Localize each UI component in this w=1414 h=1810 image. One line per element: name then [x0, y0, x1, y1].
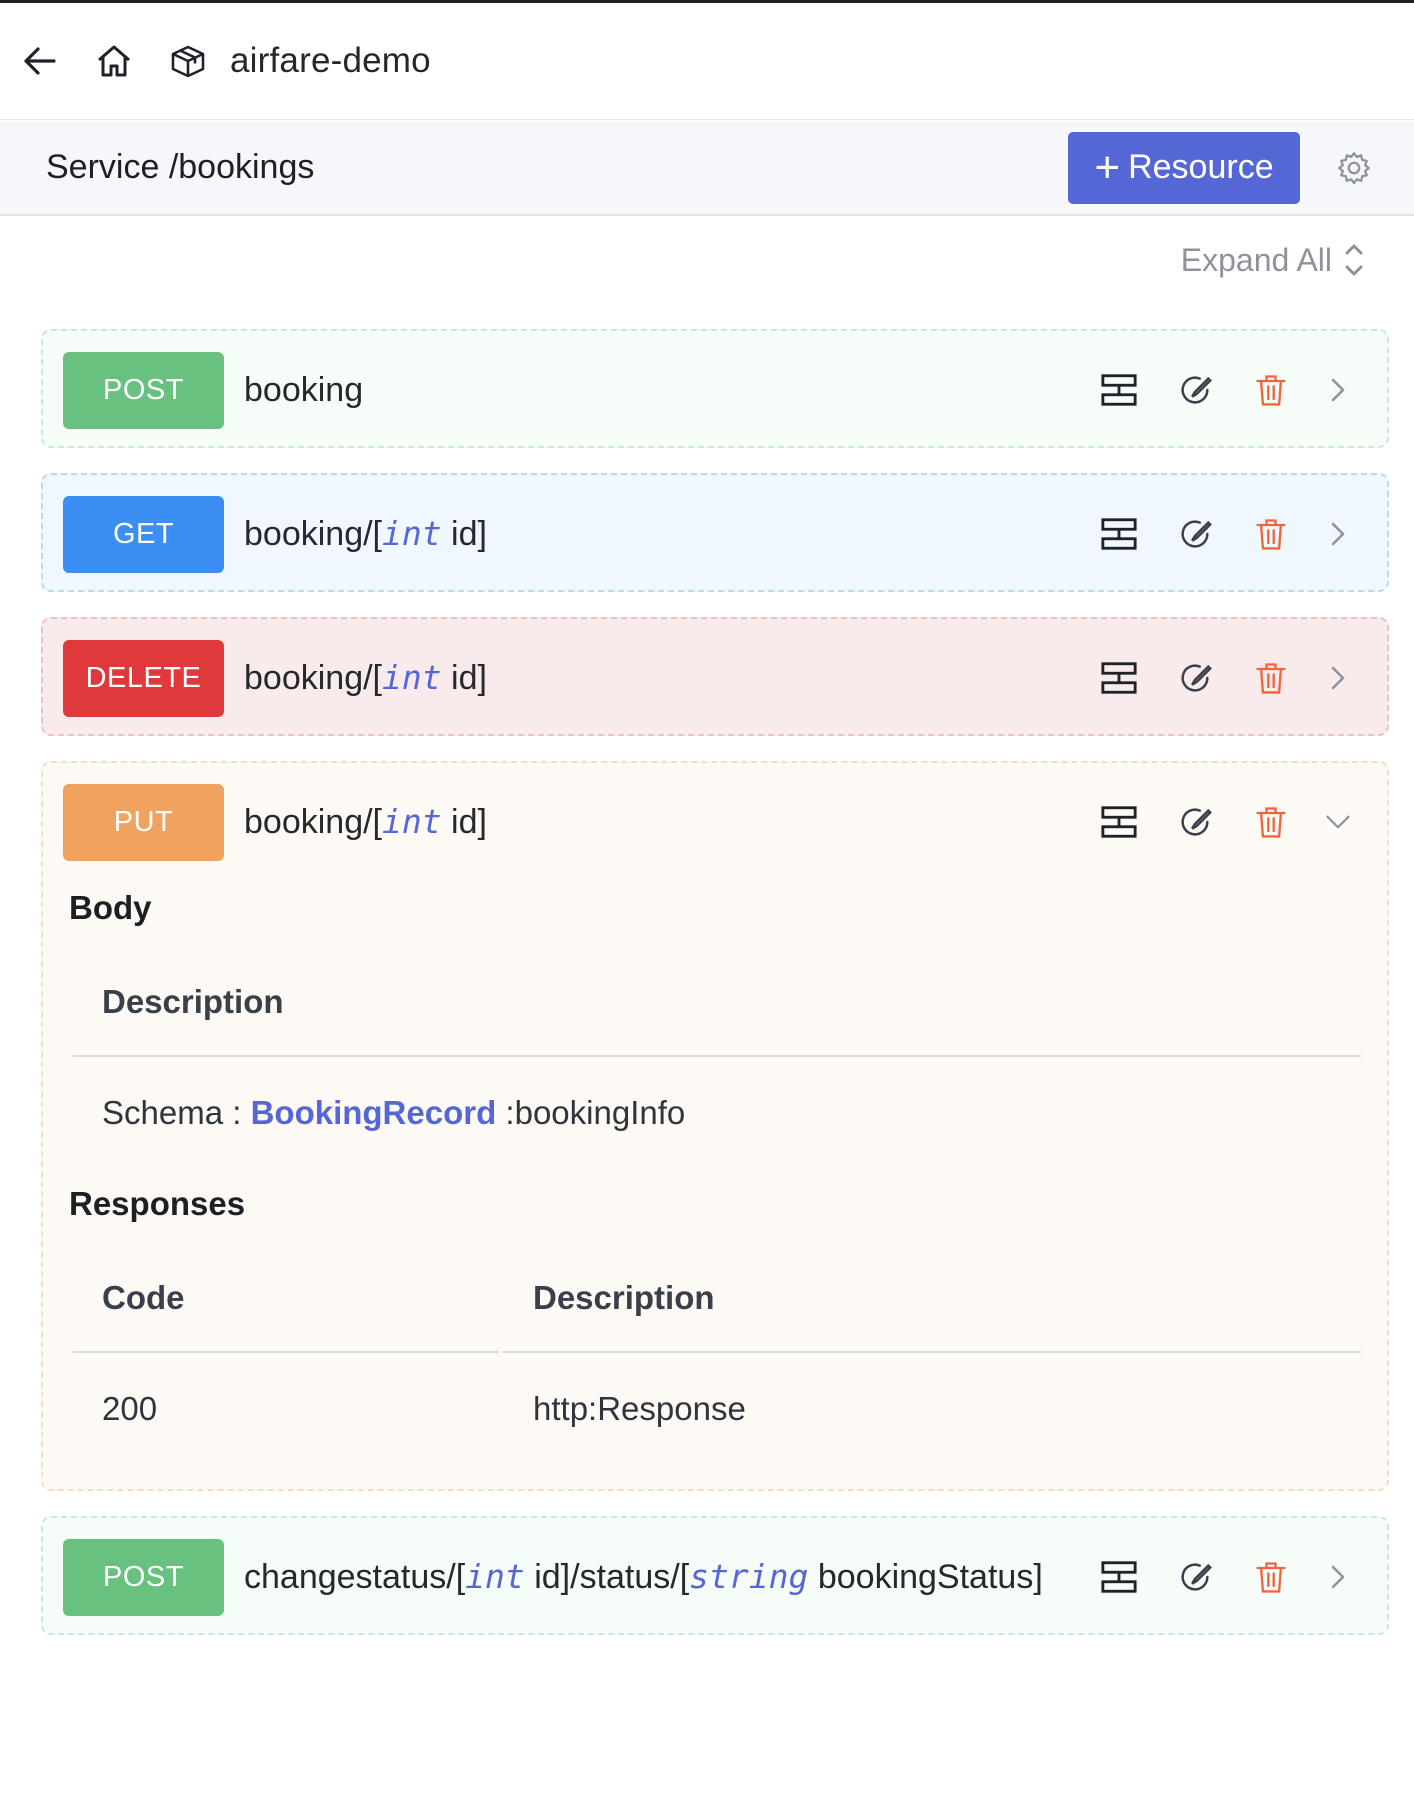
- chevron-right-icon[interactable]: [1323, 514, 1353, 554]
- responses-table-divider: [73, 1351, 499, 1353]
- diagram-view-icon[interactable]: [1099, 370, 1139, 410]
- project-name: airfare-demo: [230, 41, 431, 80]
- body-section-title: Body: [69, 889, 152, 926]
- param-type: int: [465, 1557, 525, 1596]
- resource-actions: [1063, 802, 1353, 842]
- add-resource-button[interactable]: + Resource: [1068, 131, 1300, 204]
- chevron-right-icon[interactable]: [1323, 658, 1353, 698]
- schema-row: Schema : BookingRecord :bookingInfo: [102, 1094, 685, 1132]
- home-icon[interactable]: [92, 39, 136, 83]
- path-text: booking/[: [244, 659, 382, 697]
- method-badge-post[interactable]: POST: [63, 1538, 224, 1616]
- edit-icon[interactable]: [1175, 370, 1215, 410]
- delete-icon[interactable]: [1251, 658, 1291, 698]
- resource-path: changestatus/[int id]/status/[string boo…: [244, 1557, 1063, 1597]
- body-table-divider: [73, 1055, 1361, 1057]
- method-badge-post[interactable]: POST: [63, 351, 224, 429]
- body-description-header: Description: [102, 983, 284, 1020]
- path-text: id]: [441, 803, 487, 841]
- response-description: http:Response: [533, 1390, 746, 1427]
- resource-actions: [1063, 370, 1353, 410]
- param-type: string: [689, 1557, 809, 1596]
- param-type: int: [382, 658, 442, 697]
- top-navigation-bar: airfare-demo: [0, 3, 1414, 120]
- path-text: bookingStatus]: [808, 1558, 1043, 1596]
- resource-path: booking: [244, 371, 1063, 410]
- schema-type-link[interactable]: BookingRecord: [251, 1094, 497, 1131]
- edit-icon[interactable]: [1175, 658, 1215, 698]
- diagram-view-icon[interactable]: [1099, 514, 1139, 554]
- resource-header[interactable]: GET booking/[int id]: [43, 475, 1387, 593]
- responses-section-title: Responses: [69, 1185, 246, 1222]
- path-text: id]: [441, 515, 487, 553]
- resource-card-delete-booking-id: DELETE booking/[int id]: [41, 617, 1389, 736]
- responses-code-header: Code: [102, 1279, 185, 1316]
- param-type: int: [382, 802, 442, 841]
- resource-header[interactable]: POST booking: [43, 331, 1387, 449]
- path-text: booking: [244, 370, 364, 409]
- resource-actions: [1063, 658, 1353, 698]
- edit-icon[interactable]: [1175, 514, 1215, 554]
- resource-card-post-changestatus: POST changestatus/[int id]/status/[strin…: [41, 1516, 1389, 1635]
- resource-card-post-booking: POST booking: [41, 329, 1389, 448]
- resource-path: booking/[int id]: [244, 658, 1063, 698]
- method-badge-get[interactable]: GET: [63, 495, 224, 573]
- edit-icon[interactable]: [1175, 1557, 1215, 1597]
- param-type: int: [382, 514, 442, 553]
- chevron-right-icon[interactable]: [1323, 1557, 1353, 1597]
- plus-icon: +: [1094, 142, 1121, 192]
- resource-card-get-booking-id: GET booking/[int id]: [41, 473, 1389, 592]
- resource-path: booking/[int id]: [244, 514, 1063, 554]
- schema-param-name: :bookingInfo: [496, 1094, 686, 1131]
- path-text: id]/status/[: [524, 1558, 690, 1596]
- delete-icon[interactable]: [1251, 1557, 1291, 1597]
- chevron-up-down-icon: [1345, 244, 1363, 276]
- path-text: booking/[: [244, 803, 382, 841]
- delete-icon[interactable]: [1251, 802, 1291, 842]
- method-badge-delete[interactable]: DELETE: [63, 639, 224, 717]
- chevron-down-icon[interactable]: [1323, 802, 1353, 842]
- resource-header[interactable]: PUT booking/[int id]: [43, 763, 1387, 881]
- response-code: 200: [102, 1390, 158, 1427]
- back-arrow-icon[interactable]: [18, 39, 62, 83]
- expand-all-label: Expand All: [1180, 241, 1332, 278]
- resource-card-put-booking-id: PUT booking/[int id] Body Description Sc…: [41, 761, 1389, 1491]
- path-text: booking/[: [244, 515, 382, 553]
- resource-header[interactable]: POST changestatus/[int id]/status/[strin…: [43, 1518, 1387, 1636]
- schema-label: Schema :: [102, 1094, 251, 1131]
- delete-icon[interactable]: [1251, 514, 1291, 554]
- diagram-view-icon[interactable]: [1099, 1557, 1139, 1597]
- responses-description-header: Description: [533, 1279, 715, 1316]
- resource-actions: [1063, 514, 1353, 554]
- diagram-view-icon[interactable]: [1099, 658, 1139, 698]
- package-icon: [166, 39, 210, 83]
- diagram-view-icon[interactable]: [1099, 802, 1139, 842]
- chevron-right-icon[interactable]: [1323, 370, 1353, 410]
- gear-icon[interactable]: [1334, 148, 1374, 188]
- resource-actions: [1063, 1557, 1353, 1597]
- method-badge-put[interactable]: PUT: [63, 783, 224, 861]
- service-title: Service /bookings: [46, 148, 315, 186]
- path-text: id]: [441, 659, 487, 697]
- resource-header[interactable]: DELETE booking/[int id]: [43, 619, 1387, 737]
- resource-path: booking/[int id]: [244, 802, 1063, 842]
- responses-table-divider: [503, 1351, 1361, 1353]
- expand-all-toggle[interactable]: Expand All: [1181, 240, 1366, 280]
- path-text: changestatus/[: [244, 1558, 466, 1596]
- add-resource-label: Resource: [1128, 148, 1274, 186]
- delete-icon[interactable]: [1251, 370, 1291, 410]
- edit-icon[interactable]: [1175, 802, 1215, 842]
- service-header: Service /bookings + Resource: [0, 121, 1414, 216]
